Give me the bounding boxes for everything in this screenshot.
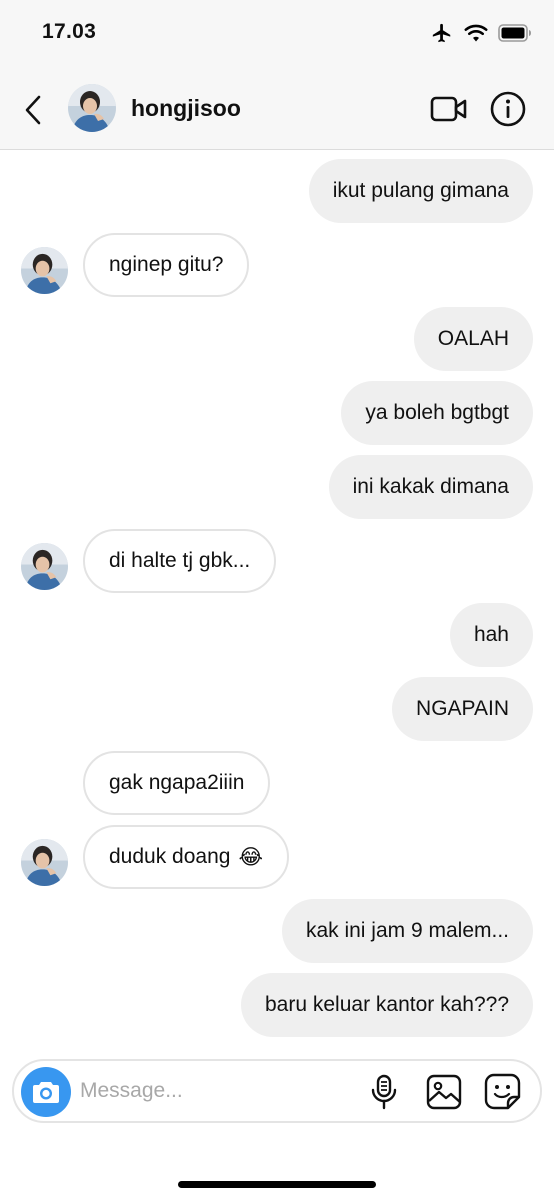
battery-icon: [498, 24, 531, 42]
status-bar: 17.03: [0, 0, 554, 72]
sticker-button[interactable]: [484, 1073, 522, 1111]
message-composer: [12, 1059, 542, 1123]
outgoing-message-bubble[interactable]: hah: [449, 603, 533, 667]
image-gallery-icon: [426, 1074, 462, 1110]
info-button[interactable]: [489, 90, 527, 128]
chat-header: hongjisoo: [0, 72, 554, 150]
message-text: hah: [473, 623, 509, 646]
message-text: di halte tj gbk...: [109, 549, 251, 572]
message-text: gak ngapa2iiin: [109, 771, 245, 794]
profile-photo-icon: [21, 543, 68, 590]
sticker-icon: [484, 1073, 521, 1110]
status-icons: [430, 22, 532, 44]
header-avatar[interactable]: [68, 84, 116, 132]
back-button[interactable]: [18, 92, 48, 128]
outgoing-message-bubble[interactable]: kak ini jam 9 malem...: [281, 899, 533, 963]
outgoing-message-bubble[interactable]: NGAPAIN: [392, 677, 533, 741]
message-text: duduk doang: [109, 845, 231, 868]
incoming-message-bubble[interactable]: duduk doang 😂: [83, 825, 289, 889]
profile-photo-icon: [68, 84, 116, 132]
message-row: NGAPAIN: [0, 677, 554, 741]
camera-button[interactable]: [21, 1067, 71, 1117]
chevron-left-icon: [25, 95, 41, 125]
incoming-message-bubble[interactable]: gak ngapa2iiin: [83, 751, 271, 815]
message-row: duduk doang 😂: [0, 825, 554, 889]
sender-avatar[interactable]: [21, 247, 68, 294]
microphone-icon: [371, 1074, 397, 1110]
message-text: kak ini jam 9 malem...: [305, 919, 509, 942]
video-camera-icon: [430, 96, 467, 122]
message-row: ikut pulang gimana: [0, 159, 554, 223]
message-text: baru keluar kantor kah???: [265, 993, 509, 1016]
message-row: ini kakak dimana: [0, 455, 554, 519]
profile-photo-icon: [21, 839, 68, 886]
outgoing-message-bubble[interactable]: baru keluar kantor kah???: [241, 973, 533, 1037]
sender-avatar[interactable]: [21, 543, 68, 590]
laughing-emoji-icon: 😂: [238, 845, 263, 869]
message-row: OALAH: [0, 307, 554, 371]
info-icon: [490, 91, 526, 127]
message-text: ya boleh bgtbgt: [365, 401, 509, 424]
home-indicator: [178, 1181, 376, 1188]
message-row: hah: [0, 603, 554, 667]
message-text: nginep gitu?: [109, 253, 224, 276]
video-call-button[interactable]: [430, 94, 468, 124]
message-text: ini kakak dimana: [352, 475, 509, 498]
voice-message-button[interactable]: [369, 1074, 399, 1110]
outgoing-message-bubble[interactable]: ini kakak dimana: [328, 455, 533, 519]
gallery-button[interactable]: [426, 1074, 462, 1110]
message-row: gak ngapa2iiin: [0, 751, 554, 815]
message-row: baru keluar kantor kah???: [0, 973, 554, 1037]
camera-icon: [33, 1082, 59, 1103]
outgoing-message-bubble[interactable]: OALAH: [413, 307, 533, 371]
wifi-icon: [464, 24, 488, 42]
incoming-message-bubble[interactable]: di halte tj gbk...: [83, 529, 277, 593]
message-row: di halte tj gbk...: [0, 529, 554, 593]
sender-avatar[interactable]: [21, 839, 68, 886]
message-row: ya boleh bgtbgt: [0, 381, 554, 445]
airplane-mode-icon: [432, 23, 451, 43]
profile-photo-icon: [21, 247, 68, 294]
header-username[interactable]: hongjisoo: [131, 95, 241, 122]
message-row: kak ini jam 9 malem...: [0, 899, 554, 963]
outgoing-message-bubble[interactable]: ikut pulang gimana: [308, 159, 533, 223]
message-text: ikut pulang gimana: [332, 179, 509, 202]
message-text: NGAPAIN: [416, 697, 509, 720]
message-text: OALAH: [437, 327, 509, 350]
status-time: 17.03: [42, 20, 97, 43]
message-row: nginep gitu?: [0, 233, 554, 297]
message-thread: ikut pulang gimana nginep gitu? OALAH ya…: [0, 150, 554, 1050]
incoming-message-bubble[interactable]: nginep gitu?: [83, 233, 250, 297]
message-input[interactable]: [80, 1073, 360, 1109]
outgoing-message-bubble[interactable]: ya boleh bgtbgt: [341, 381, 533, 445]
